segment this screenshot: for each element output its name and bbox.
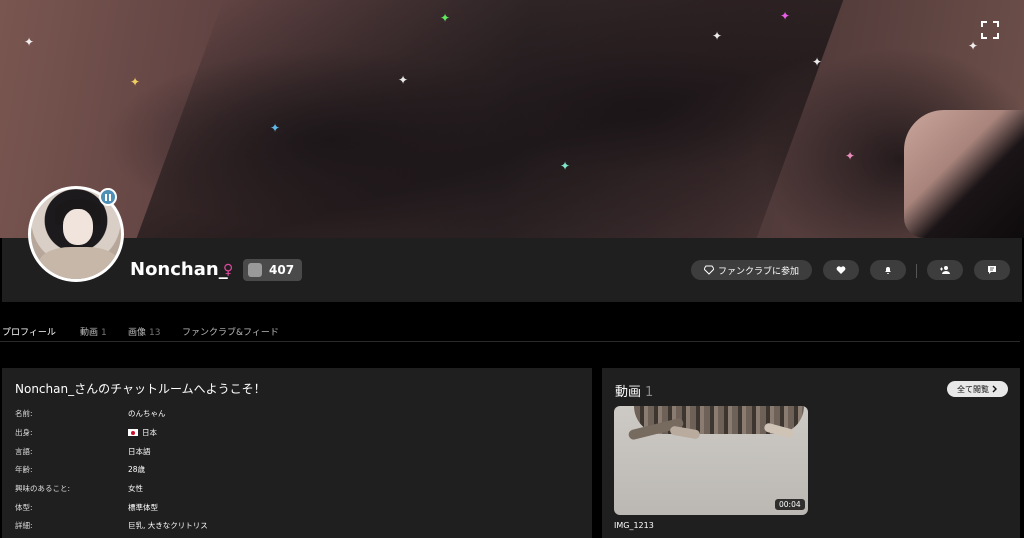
info-label-age: 年齢: [15, 465, 33, 474]
sparkle: ✦ [130, 75, 141, 89]
message-icon [988, 266, 996, 274]
cover-foot [904, 110, 1024, 238]
origin-text: 日本 [142, 428, 157, 437]
info-value-interests: 女性 [128, 484, 143, 493]
info-label-details: 詳細: [15, 521, 33, 530]
japan-flag-icon [128, 429, 138, 436]
heart-icon [836, 266, 846, 274]
videos-heading: 動画 1 [615, 381, 653, 400]
tab-label: 画像 [128, 328, 147, 338]
sparkle: ✦ [24, 35, 35, 49]
info-label-interests: 興味のあること: [15, 484, 71, 493]
videos-heading-label: 動画 [615, 385, 642, 400]
username: Nonchan_ [130, 259, 228, 280]
info-label-name: 名前: [15, 409, 33, 418]
profile-cover-image: ✦ ✦ ✦ ✦ ✦ ✦ ✦ ✦ ✦ ✦ ✦ [0, 0, 1024, 238]
info-value-body-type: 標準体型 [128, 503, 158, 512]
tab-profile[interactable]: プロフィール [2, 325, 56, 338]
tab-fanclub-feed[interactable]: ファンクラブ&フィード [182, 325, 279, 338]
info-label-language: 言語: [15, 447, 33, 456]
tab-label: ファンクラブ&フィード [182, 328, 279, 338]
tab-label: プロフィール [2, 328, 56, 338]
sparkle: ✦ [812, 55, 823, 69]
female-gender-icon: ♀ [223, 262, 234, 278]
fullscreen-icon[interactable] [980, 20, 1000, 40]
video-title[interactable]: IMG_1213 [614, 521, 654, 530]
rank-badge[interactable]: 407 [243, 259, 303, 281]
notification-button[interactable] [870, 260, 906, 280]
pause-status-badge [99, 188, 117, 206]
tab-count: 1 [101, 328, 107, 338]
follow-button[interactable] [927, 260, 963, 280]
info-value-age: 28歳 [128, 465, 146, 474]
info-value-details: 巨乳, 大きなクリトリス [128, 521, 208, 530]
add-user-icon [939, 266, 950, 274]
video-duration-badge: 00:04 [775, 499, 805, 510]
view-all-label: 全て閲覧 [957, 384, 989, 394]
videos-count: 1 [645, 385, 654, 400]
info-value-name: のんちゃん [128, 409, 166, 418]
sparkle: ✦ [780, 9, 791, 23]
join-fanclub-label: ファンクラブに参加 [717, 266, 799, 277]
tab-label: 動画 [80, 328, 99, 338]
sparkle: ✦ [845, 149, 856, 163]
tab-images[interactable]: 画像 13 [128, 325, 160, 338]
info-label-body-type: 体型: [15, 503, 33, 512]
chevron-right-icon [992, 385, 997, 393]
tab-count: 13 [149, 328, 161, 338]
info-value-language: 日本語 [128, 447, 151, 456]
join-fanclub-button[interactable]: ファンクラブに参加 [691, 260, 812, 280]
profile-tabs: プロフィール 動画 1 画像 13 ファンクラブ&フィード [0, 322, 1020, 342]
action-divider [916, 264, 917, 278]
info-value-origin: 日本 [128, 427, 157, 438]
bell-icon [885, 267, 891, 274]
diamond-icon [703, 265, 714, 275]
rank-icon [248, 263, 262, 277]
view-all-button[interactable]: 全て閲覧 [947, 381, 1008, 397]
sparkle: ✦ [560, 159, 571, 173]
sparkle: ✦ [398, 73, 409, 87]
info-label-origin: 出身: [15, 428, 33, 437]
rank-value: 407 [269, 263, 295, 277]
welcome-heading: Nonchan_さんのチャットルームへようこそ！ [15, 382, 266, 396]
avatar-face [63, 209, 93, 245]
sparkle: ✦ [968, 39, 979, 53]
sparkle: ✦ [440, 11, 451, 25]
avatar-scarf [39, 247, 119, 279]
sparkle: ✦ [270, 121, 281, 135]
sparkle: ✦ [712, 29, 723, 43]
tab-videos[interactable]: 動画 1 [80, 325, 107, 338]
favorite-button[interactable] [823, 260, 859, 280]
message-button[interactable] [974, 260, 1010, 280]
cover-shadow [136, 0, 844, 238]
